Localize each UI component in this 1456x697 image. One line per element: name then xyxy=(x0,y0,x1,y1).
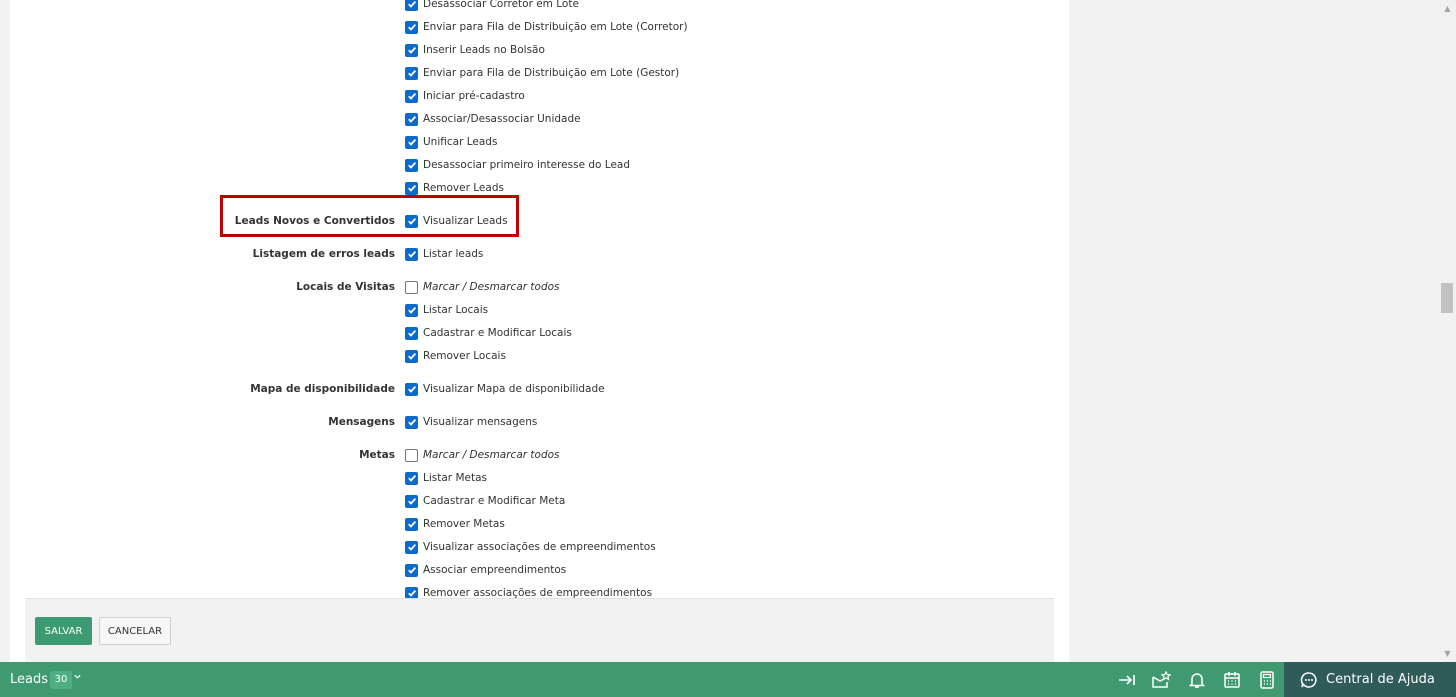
form-footer: SALVAR CANCELAR xyxy=(25,598,1054,662)
chevron-down-icon[interactable] xyxy=(73,672,82,684)
save-button[interactable]: SALVAR xyxy=(35,617,92,645)
help-center-label: Central de Ajuda xyxy=(1326,672,1435,687)
permission-item[interactable]: Desassociar Corretor em Lote xyxy=(405,0,579,11)
permission-label: Cadastrar e Modificar Locais xyxy=(423,327,572,339)
permission-item[interactable]: Unificar Leads xyxy=(405,135,497,149)
count-badge: 30 xyxy=(50,671,72,689)
checkbox-checked[interactable] xyxy=(405,415,418,429)
permission-item[interactable]: Cadastrar e Modificar Locais xyxy=(405,326,572,340)
permission-item[interactable]: Visualizar associações de empreendimento… xyxy=(405,540,656,554)
checkbox-checked[interactable] xyxy=(405,112,418,126)
checkbox-checked[interactable] xyxy=(405,247,418,261)
permission-item[interactable]: Iniciar pré-cadastro xyxy=(405,89,525,103)
permission-label: Remover Leads xyxy=(423,182,504,194)
group-label: Mensagens xyxy=(328,416,395,428)
checkbox-unchecked[interactable] xyxy=(405,280,418,294)
bottom-bar: Leads 30 Central de Ajuda xyxy=(0,662,1456,697)
permission-label: Listar Metas xyxy=(423,472,487,484)
permission-label: Listar Locais xyxy=(423,304,489,316)
permission-label: Marcar / Desmarcar todos xyxy=(423,449,560,461)
checkbox-checked[interactable] xyxy=(405,349,418,363)
permission-item[interactable]: Listar leads xyxy=(405,247,483,261)
permission-label: Associar empreendimentos xyxy=(423,564,567,576)
permission-item[interactable]: Remover Metas xyxy=(405,517,505,531)
permission-label: Inserir Leads no Bolsão xyxy=(423,44,545,56)
permission-label: Listar leads xyxy=(423,248,484,260)
permission-label: Enviar para Fila de Distribuição em Lote… xyxy=(423,67,680,79)
permission-label: Remover associações de empreendimentos xyxy=(423,587,653,598)
highlight-annotation xyxy=(220,195,519,237)
permission-label: Desassociar primeiro interesse do Lead xyxy=(423,159,631,171)
permission-item[interactable]: Listar Metas xyxy=(405,471,487,485)
permission-label: Associar/Desassociar Unidade xyxy=(423,113,581,125)
permission-label: Enviar para Fila de Distribuição em Lote… xyxy=(423,21,688,33)
permission-item[interactable]: Desassociar primeiro interesse do Lead xyxy=(405,158,630,172)
bell-icon[interactable] xyxy=(1187,670,1207,690)
group-label: Listagem de erros leads xyxy=(252,248,395,260)
checkbox-checked[interactable] xyxy=(405,326,418,340)
permission-label: Visualizar mensagens xyxy=(423,416,538,428)
chat-bubble-icon xyxy=(1300,671,1318,689)
group-label: Mapa de disponibilidade xyxy=(250,383,395,395)
checkbox-checked[interactable] xyxy=(405,563,418,577)
cancel-button[interactable]: CANCELAR xyxy=(99,617,171,645)
vertical-scrollbar[interactable]: ▲ ▼ xyxy=(1439,0,1456,662)
permission-item[interactable]: Cadastrar e Modificar Meta xyxy=(405,494,565,508)
permissions-list: Desassociar Corretor em Lote Enviar para … xyxy=(10,0,1054,598)
permission-item[interactable]: Enviar para Fila de Distribuição em Lote… xyxy=(405,20,688,34)
help-center-button[interactable]: Central de Ajuda xyxy=(1284,662,1456,697)
group-label: Locais de Visitas xyxy=(296,281,395,293)
star-envelope-icon[interactable] xyxy=(1151,670,1171,690)
scroll-down-icon[interactable]: ▼ xyxy=(1439,645,1456,662)
checkbox-checked[interactable] xyxy=(405,494,418,508)
checkbox-checked[interactable] xyxy=(405,586,418,598)
permission-item[interactable]: Associar/Desassociar Unidade xyxy=(405,112,581,126)
permission-item[interactable]: Remover Locais xyxy=(405,349,506,363)
checkbox-checked[interactable] xyxy=(405,158,418,172)
checkbox-checked[interactable] xyxy=(405,0,418,11)
permission-label: Visualizar associações de empreendimento… xyxy=(423,541,656,553)
right-gutter xyxy=(1069,0,1439,662)
permission-item[interactable]: Marcar / Desmarcar todos xyxy=(405,280,560,294)
checkbox-checked[interactable] xyxy=(405,540,418,554)
module-title[interactable]: Leads xyxy=(10,672,48,687)
checkbox-unchecked[interactable] xyxy=(405,448,418,462)
permission-item[interactable]: Associar empreendimentos xyxy=(405,563,566,577)
scroll-thumb[interactable] xyxy=(1441,283,1453,313)
checkbox-checked[interactable] xyxy=(405,303,418,317)
checkbox-checked[interactable] xyxy=(405,382,418,396)
permission-label: Remover Locais xyxy=(423,350,506,362)
permission-item[interactable]: Inserir Leads no Bolsão xyxy=(405,43,545,57)
permission-item[interactable]: Remover Leads xyxy=(405,181,504,195)
permission-label: Visualizar Mapa de disponibilidade xyxy=(423,383,605,395)
permission-item[interactable]: Marcar / Desmarcar todos xyxy=(405,448,560,462)
checkbox-checked[interactable] xyxy=(405,66,418,80)
permission-label: Desassociar Corretor em Lote xyxy=(423,0,579,10)
collapse-arrow-icon[interactable] xyxy=(1117,670,1137,690)
checkbox-checked[interactable] xyxy=(405,181,418,195)
checkbox-checked[interactable] xyxy=(405,20,418,34)
checkbox-checked[interactable] xyxy=(405,135,418,149)
permission-label: Marcar / Desmarcar todos xyxy=(423,281,560,293)
calendar-icon[interactable] xyxy=(1222,670,1242,690)
permission-label: Cadastrar e Modificar Meta xyxy=(423,495,566,507)
permission-item[interactable]: Visualizar mensagens xyxy=(405,415,537,429)
permission-label: Remover Metas xyxy=(423,518,505,530)
permission-item[interactable]: Visualizar Mapa de disponibilidade xyxy=(405,382,605,396)
scroll-up-icon[interactable]: ▲ xyxy=(1439,0,1456,17)
checkbox-checked[interactable] xyxy=(405,517,418,531)
group-label: Metas xyxy=(359,449,395,461)
permission-item[interactable]: Enviar para Fila de Distribuição em Lote… xyxy=(405,66,679,80)
checkbox-checked[interactable] xyxy=(405,43,418,57)
calculator-icon[interactable] xyxy=(1257,670,1277,690)
checkbox-checked[interactable] xyxy=(405,89,418,103)
checkbox-checked[interactable] xyxy=(405,471,418,485)
permission-label: Unificar Leads xyxy=(423,136,498,148)
left-gutter xyxy=(0,0,10,662)
permission-label: Iniciar pré-cadastro xyxy=(423,90,525,102)
permission-item[interactable]: Remover associações de empreendimentos xyxy=(405,586,652,598)
permission-item[interactable]: Listar Locais xyxy=(405,303,488,317)
